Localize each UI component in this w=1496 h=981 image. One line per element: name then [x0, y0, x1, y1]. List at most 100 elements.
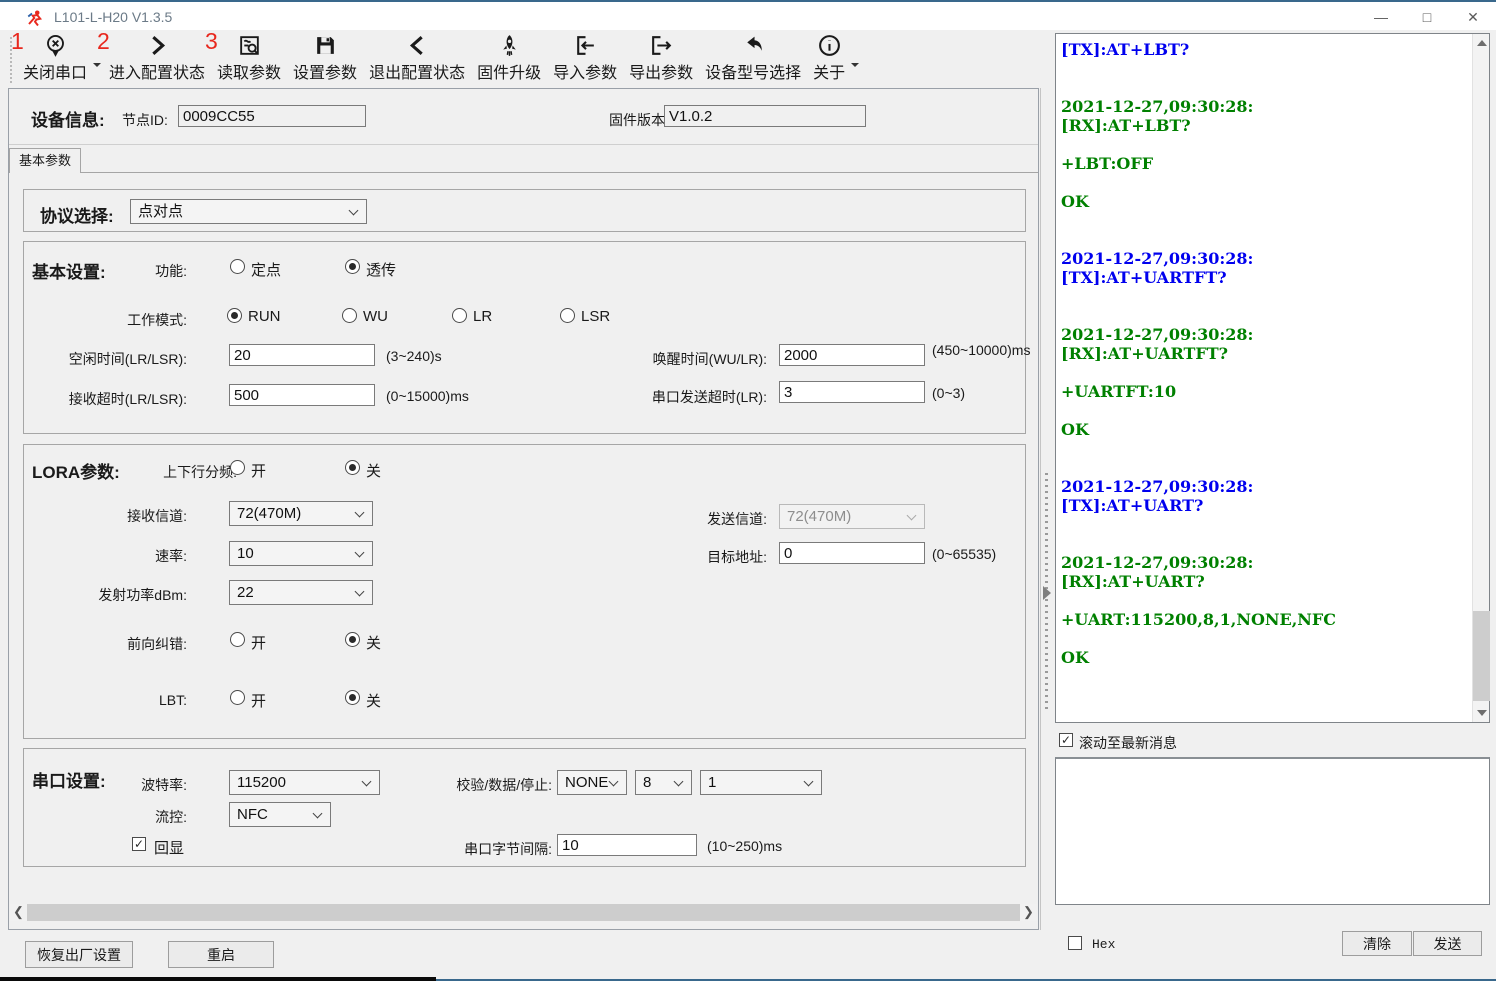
- scroll-down-arrow-icon[interactable]: [1477, 710, 1487, 716]
- device-info-row: 设备信息: 节点ID: 固件版本:: [9, 89, 1038, 145]
- tab-strip: 基本参数: [9, 145, 1038, 173]
- idle-time-field[interactable]: [229, 344, 375, 366]
- splitter-collapse-arrow-icon[interactable]: [1043, 586, 1051, 600]
- save-floppy-icon: [313, 33, 338, 58]
- target-address-label: 目标地址:: [667, 547, 767, 567]
- radio-lbt-off[interactable]: [345, 690, 360, 705]
- tx-power-select[interactable]: 22: [229, 580, 373, 605]
- tx-power-label: 发射功率dBm:: [67, 585, 187, 605]
- horizontal-scrollbar[interactable]: ❮ ❯: [10, 904, 1037, 921]
- radio-lbt-on[interactable]: [230, 690, 245, 705]
- log-vertical-scrollbar[interactable]: [1472, 34, 1489, 722]
- toolbar-firmware-upgrade-button[interactable]: 固件升级: [471, 31, 547, 87]
- radio-func-fixed[interactable]: [230, 259, 245, 274]
- chevron-right-icon: [145, 33, 170, 58]
- log-line: 2021-12-27,09:30:28:: [1061, 97, 1469, 116]
- close-button[interactable]: ✕: [1450, 2, 1496, 32]
- scroll-to-latest-checkbox[interactable]: ✓: [1059, 733, 1073, 747]
- read-params-doc-search-icon: [237, 33, 262, 58]
- radio-func-transparent[interactable]: [345, 259, 360, 274]
- rate-select[interactable]: 10: [229, 541, 373, 566]
- dropdown-caret-icon[interactable]: [851, 63, 859, 67]
- node-id-field[interactable]: [178, 105, 366, 127]
- hex-checkbox[interactable]: [1068, 936, 1082, 950]
- function-label: 功能:: [87, 261, 187, 281]
- flow-control-label: 流控:: [87, 807, 187, 827]
- target-address-field[interactable]: [779, 542, 925, 564]
- toolbar-read-params-button[interactable]: 3 读取参数: [211, 31, 287, 87]
- scroll-up-arrow-icon[interactable]: [1477, 40, 1487, 46]
- radio-fec-on[interactable]: [230, 632, 245, 647]
- tx-channel-label: 发送信道:: [667, 509, 767, 529]
- radio-mode-lr[interactable]: [452, 308, 467, 323]
- rx-channel-select[interactable]: 72(470M): [229, 501, 373, 526]
- toolbar-import-params-button[interactable]: 导入参数: [547, 31, 623, 87]
- firmware-field[interactable]: [664, 105, 866, 127]
- send-button[interactable]: 发送: [1413, 931, 1482, 956]
- toolbar-label: 关于: [813, 59, 845, 83]
- flow-control-select[interactable]: NFC: [229, 802, 331, 827]
- restart-button[interactable]: 重启: [168, 941, 274, 968]
- toolbar-enter-config-button[interactable]: 2 进入配置状态: [103, 31, 211, 87]
- toolbar-export-params-button[interactable]: 导出参数: [623, 31, 699, 87]
- radio-updown-off[interactable]: [345, 460, 360, 475]
- radio-updown-on[interactable]: [230, 460, 245, 475]
- log-line: [TX]:AT+LBT?: [1061, 40, 1469, 59]
- chevron-down-icon: [804, 777, 814, 787]
- restore-factory-button[interactable]: 恢复出厂设置: [25, 941, 133, 968]
- rate-label: 速率:: [87, 546, 187, 566]
- node-id-label: 节点ID:: [122, 110, 168, 130]
- rx-channel-label: 接收信道:: [87, 506, 187, 526]
- log-lines: [TX]:AT+LBT? 2021-12-27,09:30:28:[RX]:AT…: [1061, 40, 1469, 720]
- log-line: 2021-12-27,09:30:28:: [1061, 553, 1469, 572]
- import-icon: [573, 33, 598, 58]
- chevron-down-icon: [355, 508, 365, 518]
- toolbar-label: 固件升级: [477, 59, 541, 83]
- panel-splitter[interactable]: [1040, 88, 1052, 930]
- scroll-left-arrow-icon[interactable]: ❮: [10, 904, 27, 921]
- toolbar-set-params-button[interactable]: 设置参数: [287, 31, 363, 87]
- at-log-view[interactable]: [TX]:AT+LBT? 2021-12-27,09:30:28:[RX]:AT…: [1055, 33, 1490, 723]
- baud-rate-select[interactable]: 115200: [229, 770, 380, 795]
- send-input-area[interactable]: [1055, 757, 1490, 905]
- toolbar-label: 设置参数: [293, 59, 357, 83]
- toolbar-device-model-select-button[interactable]: 设备型号选择: [699, 31, 807, 87]
- toolbar: 1 关闭串口 2 进入配置状态 3 读取参数: [0, 30, 1040, 87]
- radio-fec-on-label: 开: [251, 632, 266, 653]
- log-line: +UART:115200,8,1,NONE,NFC: [1061, 610, 1469, 629]
- radio-fec-off[interactable]: [345, 632, 360, 647]
- log-scrollbar-thumb[interactable]: [1473, 611, 1490, 701]
- title-bar: L101-L-H20 V1.3.5 — □ ✕: [0, 0, 1496, 30]
- radio-mode-run[interactable]: [227, 308, 242, 323]
- export-icon: [649, 33, 674, 58]
- radio-updown-off-label: 关: [366, 460, 381, 481]
- wake-time-field[interactable]: [779, 344, 925, 366]
- toolbar-close-serial-button[interactable]: 1 关闭串口: [17, 31, 93, 87]
- radio-mode-lsr[interactable]: [560, 308, 575, 323]
- baud-rate-label: 波特率:: [87, 775, 187, 795]
- rx-timeout-field[interactable]: [229, 384, 375, 406]
- parity-data-stop-label: 校验/数据/停止:: [432, 775, 552, 795]
- horizontal-scrollbar-thumb[interactable]: [27, 904, 1020, 921]
- uart-tx-timeout-field[interactable]: [779, 381, 925, 403]
- protocol-select[interactable]: 点对点: [130, 199, 367, 224]
- stop-bits-select[interactable]: 1: [700, 770, 822, 795]
- clear-button[interactable]: 清除: [1342, 931, 1412, 956]
- log-line: [1061, 458, 1469, 477]
- window-title: L101-L-H20 V1.3.5: [54, 9, 172, 25]
- byte-interval-field[interactable]: [557, 834, 697, 856]
- log-line: [1061, 230, 1469, 249]
- radio-mode-wu[interactable]: [342, 308, 357, 323]
- echo-checkbox[interactable]: ✓: [132, 837, 146, 851]
- dropdown-caret-icon[interactable]: [93, 63, 101, 67]
- radio-mode-lsr-label: LSR: [581, 308, 610, 325]
- parity-select[interactable]: NONE: [557, 770, 627, 795]
- toolbar-exit-config-button[interactable]: 退出配置状态: [363, 31, 471, 87]
- minimize-button[interactable]: —: [1358, 2, 1404, 32]
- scroll-right-arrow-icon[interactable]: ❯: [1020, 904, 1037, 921]
- maximize-button[interactable]: □: [1404, 2, 1450, 32]
- data-bits-select[interactable]: 8: [635, 770, 692, 795]
- toolbar-about-button[interactable]: 关于: [807, 31, 851, 87]
- echo-label: 回显: [154, 837, 184, 858]
- tab-basic-params[interactable]: 基本参数: [9, 148, 81, 173]
